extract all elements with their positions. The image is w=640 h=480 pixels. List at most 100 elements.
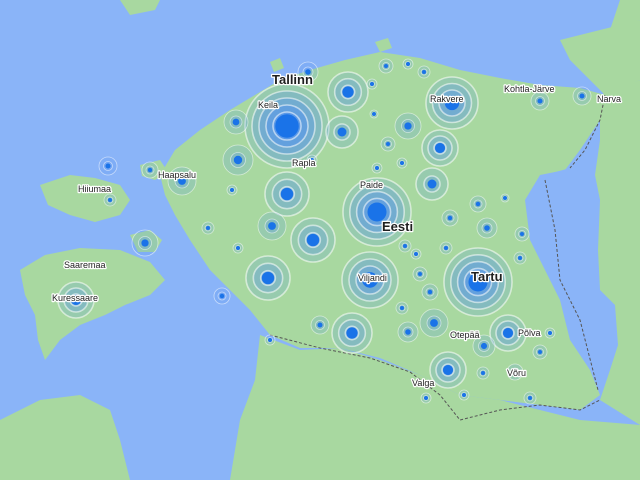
heat-marker[interactable] (476, 366, 490, 380)
heat-marker[interactable] (290, 217, 336, 263)
marker-core (346, 327, 358, 339)
heat-marker[interactable] (327, 71, 369, 113)
heat-marker[interactable] (103, 193, 117, 207)
heat-marker[interactable] (397, 321, 419, 343)
heat-marker[interactable] (544, 327, 556, 339)
heat-marker[interactable] (378, 58, 394, 74)
label-polva[interactable]: Põlva (517, 327, 542, 340)
label-haapsalu[interactable]: Haapsalu (157, 169, 198, 182)
heat-marker[interactable] (380, 136, 396, 152)
label-paide[interactable]: Paide (359, 179, 385, 192)
heat-marker[interactable] (226, 184, 238, 196)
heat-marker[interactable] (441, 209, 459, 227)
label-rakvere[interactable]: Rakvere (429, 93, 465, 106)
label-valga[interactable]: Valga (411, 377, 436, 390)
marker-core (280, 187, 294, 201)
heat-marker[interactable] (244, 83, 330, 169)
marker-core (424, 396, 428, 400)
heat-marker[interactable] (325, 115, 359, 149)
marker-core (404, 122, 412, 130)
heat-marker[interactable] (513, 251, 527, 265)
heat-marker[interactable] (523, 391, 537, 405)
heat-marker[interactable] (530, 91, 550, 111)
marker-core (434, 142, 446, 154)
marker-core (537, 98, 543, 104)
marker-core (230, 188, 234, 192)
heat-marker[interactable] (439, 241, 453, 255)
marker-core (108, 198, 112, 202)
heat-marker[interactable] (500, 193, 510, 203)
marker-core (502, 327, 514, 339)
marker-core (261, 271, 275, 285)
marker-core (232, 118, 240, 126)
heat-marker[interactable] (469, 195, 487, 213)
label-tartu[interactable]: Tartu (470, 268, 504, 286)
heat-marker[interactable] (245, 255, 291, 301)
heat-marker[interactable] (131, 229, 159, 257)
heat-marker[interactable] (429, 351, 467, 389)
label-keila[interactable]: Keila (257, 99, 280, 112)
heat-marker[interactable] (366, 78, 378, 90)
heat-marker[interactable] (412, 266, 428, 282)
heat-marker[interactable] (421, 129, 459, 167)
label-voru[interactable]: Võru (506, 367, 528, 380)
heat-marker[interactable] (417, 65, 431, 79)
label-tallinn[interactable]: Tallinn (271, 71, 314, 89)
heat-marker[interactable] (572, 86, 592, 106)
label-kuressaare[interactable]: Kuressaare (51, 292, 100, 305)
heat-marker[interactable] (201, 221, 215, 235)
marker-core (400, 161, 404, 165)
label-saaremaa[interactable]: Saaremaa (63, 259, 107, 272)
heat-marker[interactable] (264, 334, 276, 346)
label-kohtla-jarve[interactable]: Kohtla-Järve (503, 83, 556, 96)
heat-marker[interactable] (331, 312, 373, 354)
marker-core (219, 293, 225, 299)
heat-marker[interactable] (222, 144, 254, 176)
label-otepaa[interactable]: Otepää (449, 329, 481, 342)
marker-core (520, 232, 524, 236)
marker-core (268, 222, 276, 230)
heat-marker[interactable] (395, 301, 409, 315)
heat-marker[interactable] (420, 392, 432, 404)
heat-marker[interactable] (398, 239, 412, 253)
marker-core (342, 86, 354, 98)
marker-core (233, 155, 243, 165)
marker-core (422, 70, 426, 74)
heat-marker[interactable] (410, 248, 422, 260)
marker-core (236, 246, 240, 250)
marker-core (484, 225, 490, 231)
label-eesti[interactable]: Eesti (381, 218, 415, 236)
heat-marker[interactable] (141, 161, 159, 179)
label-narva[interactable]: Narva (596, 93, 623, 106)
heat-marker[interactable] (514, 226, 530, 242)
marker-core (275, 114, 299, 138)
heat-marker[interactable] (532, 344, 548, 360)
heat-marker[interactable] (232, 242, 244, 254)
heat-marker[interactable] (415, 167, 449, 201)
heat-marker[interactable] (421, 283, 439, 301)
marker-core (306, 233, 320, 247)
heat-marker[interactable] (264, 171, 310, 217)
heat-marker[interactable] (98, 156, 118, 176)
heat-marker[interactable] (458, 389, 470, 401)
heat-marker[interactable] (476, 217, 498, 239)
heat-marker[interactable] (213, 287, 231, 305)
heat-marker[interactable] (394, 112, 422, 140)
label-rapla[interactable]: Rapla (291, 157, 317, 170)
marker-core (503, 196, 507, 200)
heat-marker[interactable] (402, 58, 414, 70)
marker-core (538, 350, 542, 354)
heat-marker[interactable] (257, 211, 287, 241)
marker-core (384, 64, 388, 68)
marker-core (427, 289, 433, 295)
heat-marker[interactable] (223, 109, 249, 135)
heat-marker[interactable] (396, 157, 408, 169)
label-viljandi[interactable]: Viljandi (357, 272, 388, 285)
heat-marker[interactable] (310, 315, 330, 335)
heat-marker[interactable] (371, 162, 383, 174)
heat-marker[interactable] (419, 308, 449, 338)
map-canvas[interactable]: Tallinn Keila Rapla Haapsalu Hiiumaa Saa… (0, 0, 640, 480)
label-hiiumaa[interactable]: Hiiumaa (77, 183, 113, 196)
heat-marker[interactable] (369, 109, 379, 119)
marker-core (406, 62, 410, 66)
